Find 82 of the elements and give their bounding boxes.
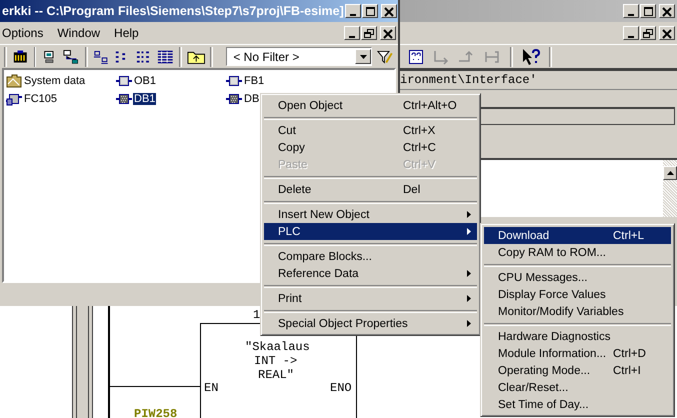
window-title: erkki -- C:\Program Files\Siemens\Step7\s7proj\FB-esime] (2, 4, 344, 18)
menu-item[interactable]: Clear/Reset... (484, 379, 671, 396)
minimize-button[interactable] (344, 4, 361, 18)
minimize-icon (349, 36, 355, 38)
menu-item[interactable]: CPU Messages... (484, 269, 671, 286)
object-item[interactable]: FB1 (243, 75, 266, 87)
maximize-icon (642, 6, 654, 16)
block-icon (116, 73, 132, 89)
unknown-box-icon[interactable] (408, 48, 424, 64)
menu-item[interactable]: Help (114, 26, 139, 40)
submenu-arrow-icon (467, 320, 471, 327)
menu-item[interactable]: Window (57, 26, 100, 40)
large-icons-icon[interactable] (92, 48, 110, 64)
block-comment: INT -> (254, 354, 298, 368)
up-arrow-icon (666, 171, 674, 175)
close-icon (382, 28, 394, 38)
restore-button[interactable] (361, 26, 377, 40)
data-block-icon (226, 91, 242, 107)
submenu-arrow-icon (467, 211, 471, 218)
block-comment: REAL" (258, 368, 294, 382)
menu-item[interactable]: Compare Blocks... (264, 248, 477, 265)
object-item[interactable]: DB1 (133, 93, 156, 105)
object-item[interactable]: System data (23, 75, 86, 87)
minimize-button[interactable] (623, 26, 639, 40)
object-item[interactable]: OB1 (133, 75, 158, 87)
menu-item[interactable]: Copy Ctrl+C (264, 139, 477, 156)
submenu-arrow-icon (467, 228, 471, 235)
function-block-icon (6, 91, 22, 107)
pin-label: EN (204, 381, 218, 395)
menu-item[interactable]: Cut Ctrl+X (264, 122, 477, 139)
submenu-arrow-icon (467, 295, 471, 302)
object-item[interactable]: FC105 (23, 93, 58, 105)
object-item[interactable]: DB (243, 93, 260, 105)
minimize-icon (628, 14, 634, 16)
scroll-up-button[interactable] (663, 166, 677, 180)
pin-label: ENO (330, 381, 352, 395)
details-icon[interactable] (157, 48, 174, 64)
block-number: 1 (253, 308, 260, 322)
filter-dropdown[interactable]: < No Filter > (226, 47, 372, 66)
restore-button[interactable] (640, 26, 656, 40)
menu-item[interactable]: Hardware Diagnostics (484, 328, 671, 345)
menu-item[interactable]: Print (264, 290, 477, 307)
address-text: ironment\Interface' (400, 73, 537, 87)
help-pointer-icon[interactable] (521, 48, 541, 66)
menu-item[interactable]: Display Force Values (484, 286, 671, 303)
menu-item[interactable]: Module Information... Ctrl+D (484, 345, 671, 362)
close-icon (661, 28, 673, 38)
close-button[interactable] (380, 26, 396, 40)
network-icon[interactable] (63, 48, 80, 64)
block-comment: "Skaalaus (245, 340, 310, 354)
close-icon (382, 6, 395, 16)
restore-icon (363, 28, 375, 38)
close-button[interactable] (659, 26, 675, 40)
menu-item[interactable]: Operating Mode... Ctrl+I (484, 362, 671, 379)
module-icon[interactable] (12, 48, 29, 64)
minimize-icon (350, 14, 356, 16)
menu-item[interactable]: Download Ctrl+L (484, 227, 671, 244)
close-icon (661, 6, 673, 16)
maximize-button[interactable] (362, 4, 378, 18)
minimize-button[interactable] (344, 26, 360, 40)
folder-icon (6, 73, 22, 89)
restore-icon (642, 28, 654, 38)
scrollbar[interactable] (663, 160, 677, 217)
maximize-icon (364, 6, 376, 16)
menu-item[interactable]: Options (2, 26, 44, 40)
menu-item[interactable]: Insert New Object (264, 206, 477, 223)
block-icon (226, 73, 242, 89)
menu-item[interactable]: Reference Data (264, 265, 477, 282)
operand-label: PIW258 (134, 407, 178, 418)
menu-item[interactable]: Monitor/Modify Variables (484, 303, 671, 320)
dropdown-arrow-icon (360, 54, 367, 58)
minimize-icon (628, 36, 634, 38)
menu-item[interactable]: PLC (264, 223, 477, 240)
menu-item[interactable]: Open Object Ctrl+Alt+O (264, 97, 477, 114)
menu-item[interactable]: Copy RAM to ROM... (484, 244, 671, 261)
submenu-arrow-icon (467, 270, 471, 277)
filter-icon[interactable] (377, 48, 394, 64)
close-button[interactable] (380, 4, 397, 18)
data-block-icon (116, 91, 132, 107)
menu-item[interactable]: Set Time of Day... (484, 396, 671, 413)
menu-item[interactable]: Delete Del (264, 181, 477, 198)
menu-item[interactable]: Special Object Properties (264, 315, 477, 332)
